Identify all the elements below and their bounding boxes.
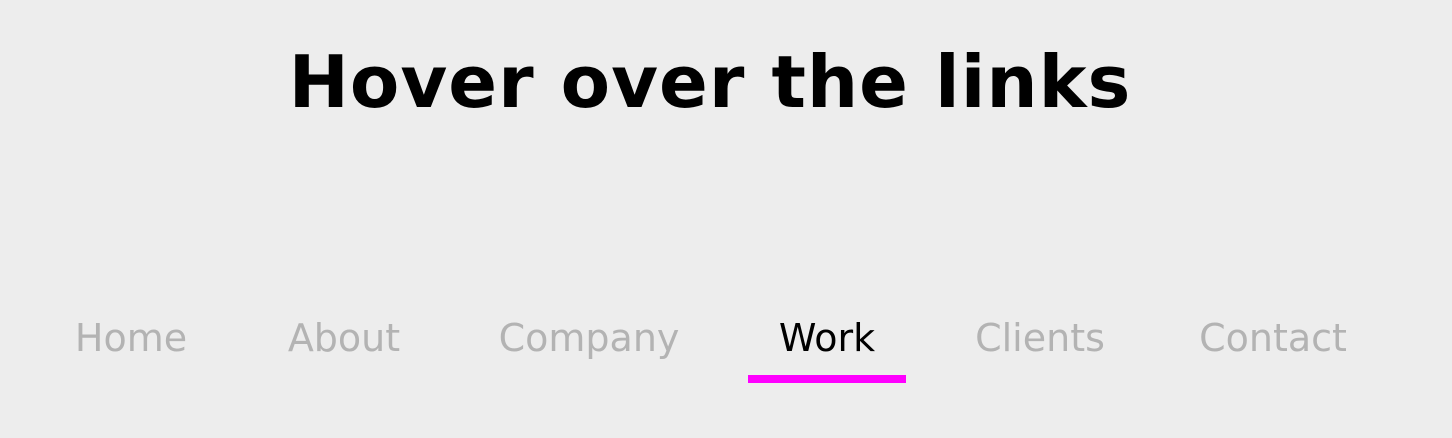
nav-link-about[interactable]: About	[270, 310, 418, 366]
nav-link-contact[interactable]: Contact	[1190, 310, 1356, 366]
nav-link-home[interactable]: Home	[60, 310, 202, 366]
page-title: Hover over the links	[288, 40, 1132, 124]
nav-link-company[interactable]: Company	[490, 310, 688, 366]
nav-link-clients[interactable]: Clients	[962, 310, 1118, 366]
main-nav: Home About Company Work Clients Contact	[0, 300, 1452, 400]
nav-link-work[interactable]: Work	[748, 310, 906, 383]
